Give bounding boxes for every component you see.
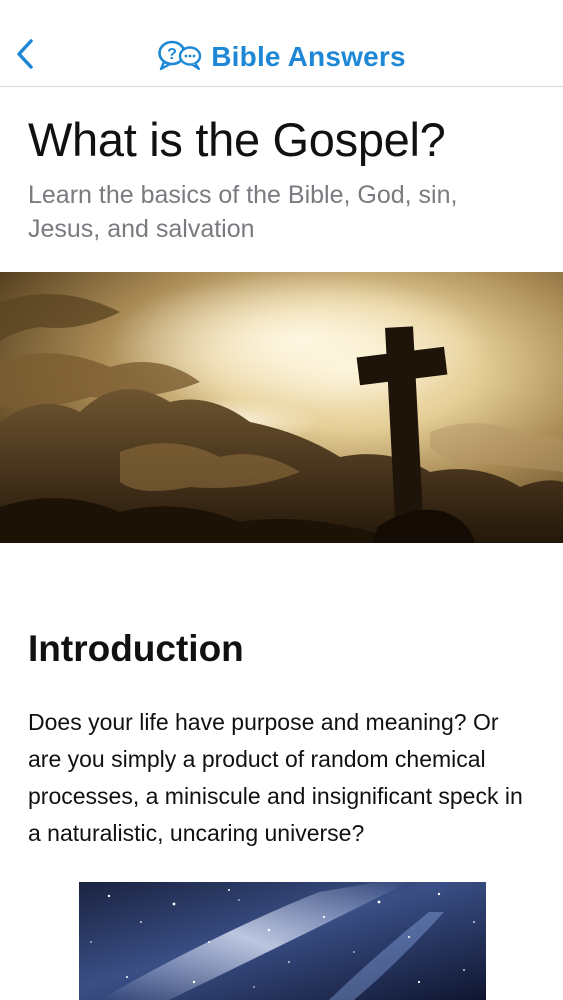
svg-text:?: ? [167,46,177,63]
article-title: What is the Gospel? [28,113,446,166]
galaxy-image [79,882,486,1000]
intro-paragraph: Does your life have purpose and meaning?… [28,709,523,846]
app-brand: ? Bible Answers [0,38,563,76]
app-title: Bible Answers [211,41,406,72]
article-subtitle: Learn the basics of the Bible, God, sin,… [28,181,458,243]
hero-image-cross [0,272,563,543]
navigation-bar: ? Bible Answers [0,0,563,87]
section-heading-introduction: Introduction [28,628,244,669]
speech-bubble-question-icon: ? [157,39,203,76]
